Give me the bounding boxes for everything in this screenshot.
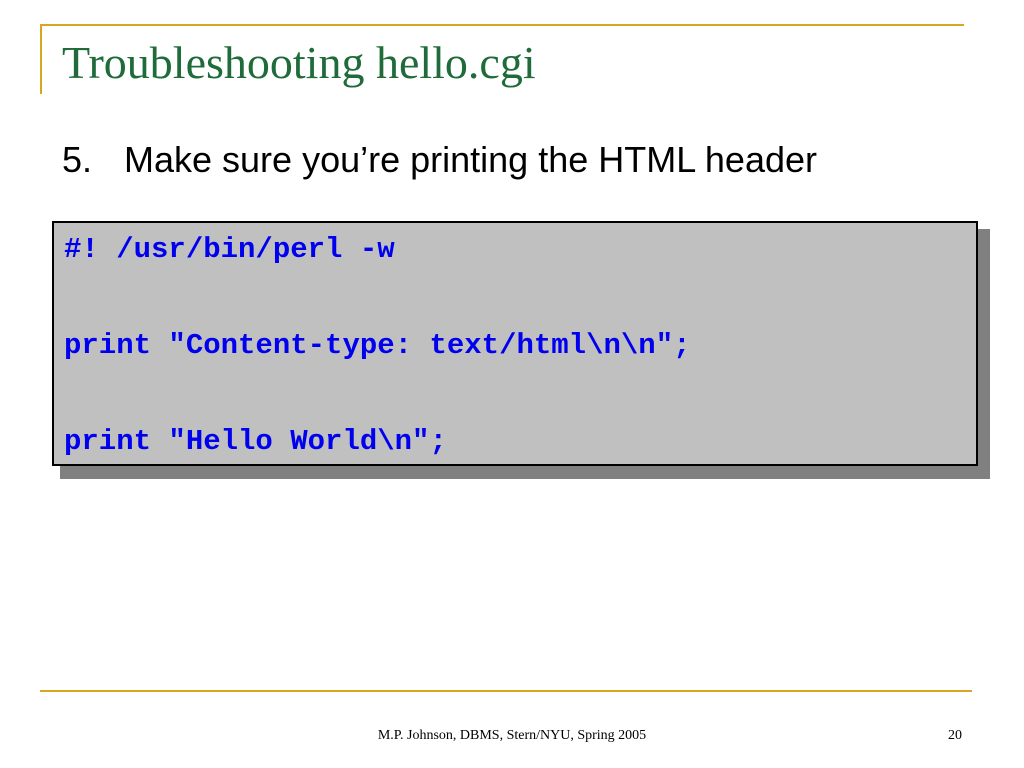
footer-rule [40,690,972,692]
bullet-text: Make sure you’re printing the HTML heade… [124,139,817,180]
bullet-item: 5. Make sure you’re printing the HTML hea… [62,138,817,181]
page-number: 20 [948,728,962,743]
code-line-content-type: print "Content-type: text/html\n\n"; [64,329,691,362]
code-box: #! /usr/bin/perl -w print "Content-type:… [52,221,978,466]
title-frame-vertical-rule [40,24,42,94]
code-line-shebang: #! /usr/bin/perl -w [64,233,395,266]
title-frame-horizontal-rule [40,24,964,26]
code-line-hello-world: print "Hello World\n"; [64,425,447,458]
bullet-number: 5. [62,139,93,180]
footer-text: M.P. Johnson, DBMS, Stern/NYU, Spring 20… [377,728,647,743]
slide-title: Troubleshooting hello.cgi [62,37,536,88]
slide: Troubleshooting hello.cgi 5. Make sure yo… [0,0,1024,768]
